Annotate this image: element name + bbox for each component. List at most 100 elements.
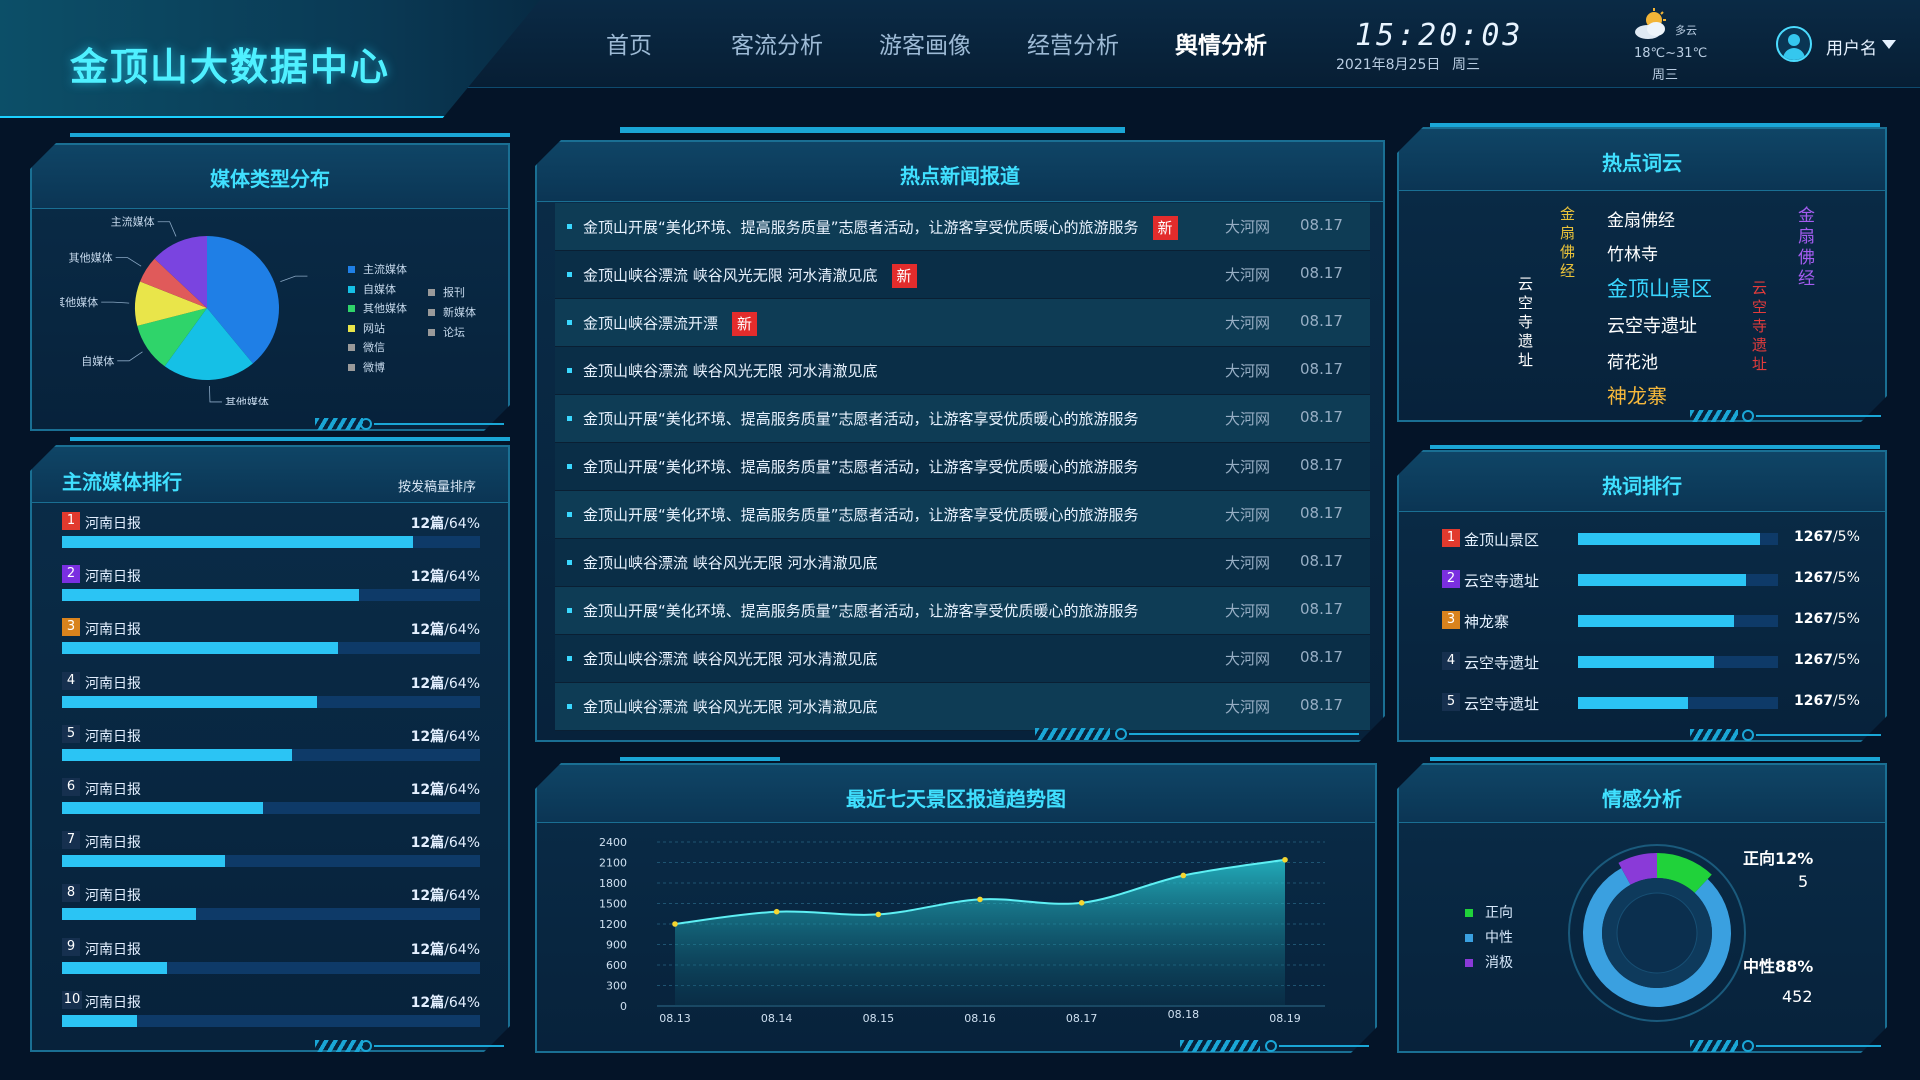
news-item-title[interactable]: 金顶山开展“美化环境、提高服务质量”志愿者活动，让游客享受优质暖心的旅游服务 bbox=[583, 504, 1139, 525]
rank-bar-fill bbox=[62, 908, 196, 921]
panel-decoration bbox=[1129, 733, 1359, 735]
panel-decoration bbox=[1430, 757, 1880, 761]
username[interactable]: 用户名 bbox=[1826, 34, 1877, 59]
hot-word-row[interactable]: 2 云空寺遗址 1267/5% bbox=[1442, 566, 1862, 596]
news-item-date: 08.17 bbox=[1300, 456, 1343, 474]
hot-word-row[interactable]: 4 云空寺遗址 1267/5% bbox=[1442, 648, 1862, 678]
data-point[interactable] bbox=[1180, 872, 1187, 879]
panel-decoration bbox=[374, 1045, 504, 1047]
rank-badge: 3 bbox=[1442, 611, 1460, 629]
media-type-title: 媒体类型分布 bbox=[210, 167, 330, 191]
news-item-title[interactable]: 金顶山峡谷漂流 峡谷风光无限 河水清澈见底新 bbox=[583, 264, 917, 288]
news-item-title[interactable]: 金顶山开展“美化环境、提高服务质量”志愿者活动，让游客享受优质暖心的旅游服务 bbox=[583, 600, 1139, 621]
cloud-word[interactable]: 神龙寨 bbox=[1607, 380, 1667, 409]
media-rank-row[interactable]: 4 河南日报 12篇/64% bbox=[62, 671, 480, 712]
nav-business[interactable]: 经营分析 bbox=[999, 26, 1147, 60]
media-rank-row[interactable]: 6 河南日报 12篇/64% bbox=[62, 778, 480, 818]
rank-badge: 1 bbox=[1442, 529, 1460, 547]
hot-word-bar-fill bbox=[1578, 697, 1688, 709]
news-item[interactable]: 金顶山开展“美化环境、提高服务质量”志愿者活动，让游客享受优质暖心的旅游服务 大河… bbox=[555, 491, 1370, 539]
hot-word-row[interactable]: 3 神龙寨 1267/5% bbox=[1442, 607, 1862, 637]
rank-name: 河南日报 bbox=[85, 888, 141, 905]
hot-word-bar-track bbox=[1578, 574, 1778, 586]
cloud-word-vertical[interactable]: 金扇佛经 bbox=[1557, 206, 1578, 282]
news-item[interactable]: 金顶山峡谷漂流 峡谷风光无限 河水清澈见底 大河网 08.17 bbox=[555, 347, 1370, 395]
rank-name: 河南日报 bbox=[85, 782, 141, 798]
news-item[interactable]: 金顶山开展“美化环境、提高服务质量”志愿者活动，让游客享受优质暖心的旅游服务新 大… bbox=[555, 203, 1370, 251]
news-item[interactable]: 金顶山峡谷漂流 峡谷风光无限 河水清澈见底 大河网 08.17 bbox=[555, 539, 1370, 587]
rank-badge: 6 bbox=[62, 778, 80, 796]
y-tick-label: 1800 bbox=[599, 877, 627, 890]
news-item[interactable]: 金顶山峡谷漂流 峡谷风光无限 河水清澈见底新 大河网 08.17 bbox=[555, 251, 1370, 299]
news-item[interactable]: 金顶山峡谷漂流开漂新 大河网 08.17 bbox=[555, 299, 1370, 347]
news-item-title[interactable]: 金顶山峡谷漂流 峡谷风光无限 河水清澈见底 bbox=[583, 360, 878, 381]
cloud-word-vertical[interactable]: 金扇佛经 bbox=[1792, 206, 1817, 290]
bullet-icon bbox=[567, 368, 572, 373]
donut-core bbox=[1616, 892, 1698, 974]
news-item[interactable]: 金顶山开展“美化环境、提高服务质量”志愿者活动，让游客享受优质暖心的旅游服务 大河… bbox=[555, 587, 1370, 635]
data-point[interactable] bbox=[977, 896, 983, 903]
cloud-word[interactable]: 金扇佛经 bbox=[1607, 206, 1675, 231]
cloud-word[interactable]: 荷花池 bbox=[1607, 348, 1658, 373]
legend-item: 微信 bbox=[348, 338, 407, 358]
media-rank-row[interactable]: 2 河南日报 12篇/64% bbox=[62, 565, 480, 605]
cloud-word-vertical[interactable]: 云空寺遗址 bbox=[1515, 276, 1536, 371]
y-tick-label: 1500 bbox=[599, 898, 627, 911]
rank-bar-track bbox=[62, 802, 480, 814]
nav-public-opinion[interactable]: 舆情分析 bbox=[1147, 26, 1295, 60]
chevron-down-icon[interactable] bbox=[1882, 40, 1896, 49]
data-point[interactable] bbox=[875, 911, 882, 918]
hot-word-bar-track bbox=[1578, 533, 1778, 545]
news-item-title[interactable]: 金顶山峡谷漂流 峡谷风光无限 河水清澈见底 bbox=[583, 552, 878, 573]
news-item-title[interactable]: 金顶山峡谷漂流 峡谷风光无限 河水清澈见底 bbox=[583, 696, 878, 717]
news-item-title[interactable]: 金顶山峡谷漂流开漂新 bbox=[583, 312, 758, 336]
nav-home[interactable]: 首页 bbox=[555, 26, 703, 60]
rank-bar-track bbox=[62, 536, 480, 548]
cloud-word[interactable]: 云空寺遗址 bbox=[1607, 312, 1697, 338]
nav-visitor-profile[interactable]: 游客画像 bbox=[851, 26, 999, 60]
data-point[interactable] bbox=[672, 921, 678, 927]
panel-decoration bbox=[620, 127, 1125, 133]
news-item[interactable]: 金顶山峡谷漂流 峡谷风光无限 河水清澈见底 大河网 08.17 bbox=[555, 635, 1370, 683]
news-item[interactable]: 金顶山峡谷漂流 峡谷风光无限 河水清澈见底 大河网 08.17 bbox=[555, 683, 1370, 731]
hot-word-bar-fill bbox=[1578, 656, 1714, 668]
sort-label[interactable]: 按发稿量排序 bbox=[398, 476, 476, 495]
cloud-word[interactable]: 竹林寺 bbox=[1607, 240, 1658, 265]
news-item-title[interactable]: 金顶山峡谷漂流 峡谷风光无限 河水清澈见底 bbox=[583, 648, 878, 669]
media-rank-row[interactable]: 8 河南日报 12篇/64% bbox=[62, 884, 480, 924]
new-badge: 新 bbox=[1152, 216, 1178, 240]
media-rank-row[interactable]: 5 河南日报 12篇/64% bbox=[62, 724, 480, 765]
hot-word-row[interactable]: 5 云空寺遗址 1267/5% bbox=[1442, 689, 1862, 719]
rank-bar-fill bbox=[62, 748, 292, 761]
x-tick-label: 08.14 bbox=[761, 1012, 793, 1025]
rank-badge: 2 bbox=[62, 565, 80, 584]
cloud-word[interactable]: 金顶山景区 bbox=[1607, 273, 1712, 303]
media-rank-row[interactable]: 9 河南日报 12篇/64% bbox=[62, 937, 480, 978]
panel-decoration bbox=[360, 1040, 372, 1052]
news-item[interactable]: 金顶山开展“美化环境、提高服务质量”志愿者活动，让游客享受优质暖心的旅游服务 大河… bbox=[555, 395, 1370, 443]
news-item-title[interactable]: 金顶山开展“美化环境、提高服务质量”志愿者活动，让游客享受优质暖心的旅游服务新 bbox=[583, 216, 1178, 240]
y-tick-label: 300 bbox=[606, 980, 627, 993]
nav-visitor-flow[interactable]: 客流分析 bbox=[703, 26, 851, 60]
data-point[interactable] bbox=[1078, 900, 1085, 906]
hot-word-row[interactable]: 1 金顶山景区 1267/5% bbox=[1442, 525, 1862, 555]
media-rank-row[interactable]: 10 河南日报 12篇/64% bbox=[62, 990, 480, 1031]
cloud-word-vertical[interactable]: 云空寺遗址 bbox=[1749, 280, 1770, 375]
sentiment-donut bbox=[1568, 844, 1746, 1022]
media-rank-row[interactable]: 3 河南日报 12篇/64% bbox=[62, 618, 480, 658]
news-item[interactable]: 金顶山开展“美化环境、提高服务质量”志愿者活动，让游客享受优质暖心的旅游服务 大河… bbox=[555, 443, 1370, 491]
news-item-title[interactable]: 金顶山开展“美化环境、提高服务质量”志愿者活动，让游客享受优质暖心的旅游服务 bbox=[583, 408, 1139, 429]
data-point[interactable] bbox=[773, 908, 780, 915]
pie-label-line bbox=[280, 275, 308, 282]
pie-label-line bbox=[115, 257, 142, 267]
bullet-icon bbox=[567, 512, 572, 517]
news-item-date: 08.17 bbox=[1300, 264, 1343, 282]
media-rank-row[interactable]: 7 河南日报 12篇/64% bbox=[62, 831, 480, 871]
media-rank-row[interactable]: 1 河南日报 12篇/64% bbox=[62, 512, 480, 552]
news-item-title[interactable]: 金顶山开展“美化环境、提高服务质量”志愿者活动，让游客享受优质暖心的旅游服务 bbox=[583, 456, 1139, 477]
y-tick-label: 2100 bbox=[599, 857, 627, 870]
avatar[interactable] bbox=[1776, 26, 1812, 62]
rank-bar-track bbox=[62, 589, 480, 602]
data-point[interactable] bbox=[1282, 856, 1288, 863]
x-tick-label: 08.15 bbox=[863, 1012, 895, 1025]
